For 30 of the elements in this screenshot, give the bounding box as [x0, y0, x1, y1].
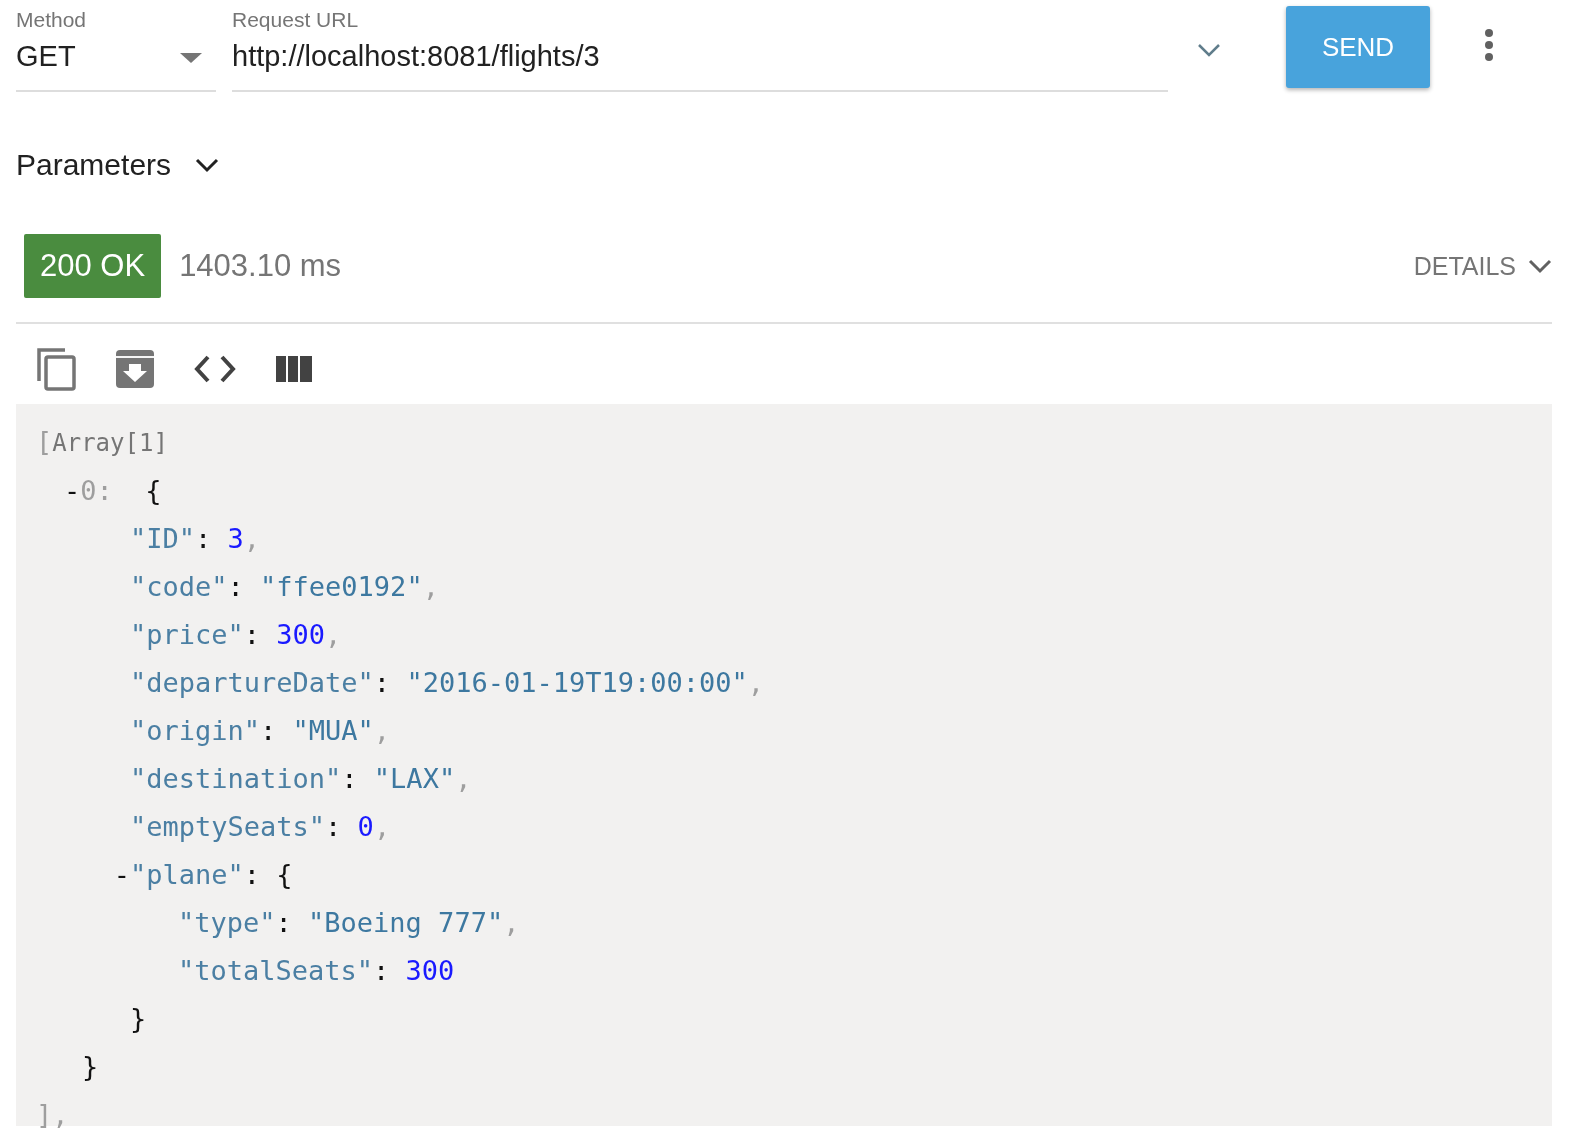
code-line: "price": 300, [130, 618, 342, 652]
code-line: "totalSeats": 300 [178, 954, 455, 988]
code-line[interactable]: -0: { [64, 467, 162, 515]
code-line: "origin": "MUA", [130, 714, 391, 748]
code-line[interactable]: [Array[1] [36, 418, 168, 467]
download-icon[interactable] [116, 350, 154, 388]
parameters-toggle[interactable]: Parameters [16, 148, 220, 182]
code-line: ], [36, 1098, 69, 1132]
url-field[interactable]: Request URL http://localhost:8081/flights/3 [232, 6, 1168, 92]
code-line[interactable]: -"plane": { [113, 851, 293, 899]
code-line: "destination": "LAX", [130, 762, 472, 796]
status-badge: 200 OK [24, 234, 162, 298]
copy-icon[interactable] [36, 347, 76, 391]
method-select[interactable]: Method GET [16, 6, 216, 92]
details-button[interactable]: DETAILS [1413, 251, 1552, 281]
chevron-icon [1528, 258, 1552, 274]
response-time: 1403.10 ms [179, 248, 343, 284]
more-options-icon[interactable] [1484, 28, 1494, 62]
code-line: "code": "ffee0192", [130, 570, 439, 604]
code-line: "emptySeats": 0, [130, 810, 391, 844]
code-line: } [82, 1050, 99, 1084]
code-line: "departureDate": "2016-01-19T19:00:00", [130, 666, 764, 700]
code-line: "ID": 3, [130, 522, 261, 556]
code-line: "type": "Boeing 777", [178, 906, 520, 940]
code-icon[interactable] [194, 355, 236, 383]
dropdown-arrow-icon [180, 50, 202, 63]
chevron-icon [195, 157, 220, 173]
code-line: } [130, 1002, 147, 1036]
columns-icon[interactable] [276, 356, 312, 382]
chevron-icon[interactable] [1196, 42, 1222, 58]
